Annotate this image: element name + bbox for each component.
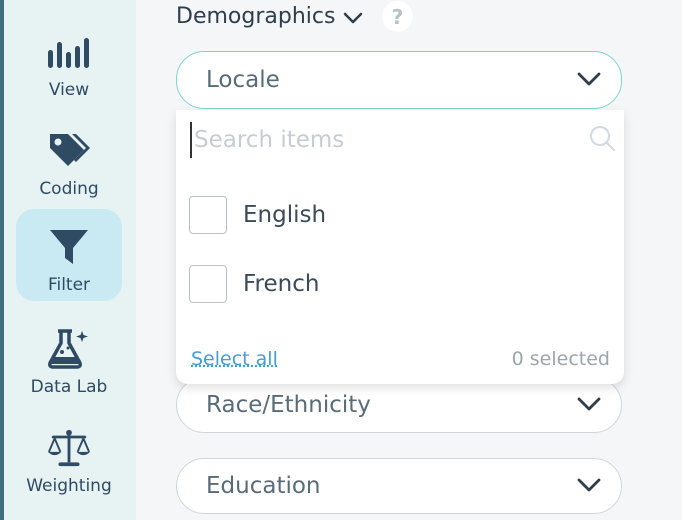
sidebar-item-label: Filter [47, 275, 91, 295]
demographics-toggle[interactable]: Demographics [176, 2, 363, 31]
sidebar-item-data-lab[interactable]: Data Lab [16, 315, 122, 407]
chevron-down-icon [577, 67, 601, 93]
chevron-down-icon [577, 392, 601, 418]
locale-select[interactable]: Locale [176, 51, 622, 109]
tags-icon [47, 129, 91, 173]
locale-select-label: Locale [206, 67, 280, 93]
option-label: French [243, 271, 320, 297]
option-label: English [243, 202, 327, 228]
selected-count: 0 selected [511, 348, 610, 370]
sidebar-item-label: Weighting [26, 476, 112, 496]
race-ethnicity-select-label: Race/Ethnicity [206, 392, 371, 418]
filter-icon [47, 225, 91, 269]
sidebar-item-label: Data Lab [30, 377, 108, 397]
race-ethnicity-select[interactable]: Race/Ethnicity [176, 377, 622, 433]
bar-chart-icon [47, 30, 91, 74]
checkbox[interactable] [189, 265, 227, 303]
select-all-link[interactable]: Select all [191, 348, 278, 370]
checkbox[interactable] [189, 196, 227, 234]
sidebar-item-filter[interactable]: Filter [16, 209, 122, 301]
sidebar-item-label: View [48, 80, 90, 100]
education-select[interactable]: Education [176, 458, 622, 514]
section-title: Demographics [176, 4, 336, 29]
education-select-label: Education [206, 473, 321, 499]
locale-dropdown-panel: English French Select all 0 selected [176, 110, 624, 384]
option-english[interactable]: English [189, 196, 326, 234]
chevron-down-icon [577, 473, 601, 499]
scale-icon [47, 426, 91, 470]
sidebar-item-view[interactable]: View [16, 18, 122, 110]
chevron-down-icon [343, 6, 363, 31]
search-icon [588, 124, 616, 156]
flask-icon [47, 327, 91, 371]
sidebar-item-label: Coding [39, 179, 99, 199]
search-input[interactable] [190, 122, 596, 158]
sidebar-item-weighting[interactable]: Weighting [16, 414, 122, 506]
sidebar-item-coding[interactable]: Coding [16, 117, 122, 209]
help-icon[interactable]: ? [382, 1, 413, 32]
sidebar: View Coding Filter Data Lab Weighting [4, 0, 136, 520]
option-french[interactable]: French [189, 265, 319, 303]
